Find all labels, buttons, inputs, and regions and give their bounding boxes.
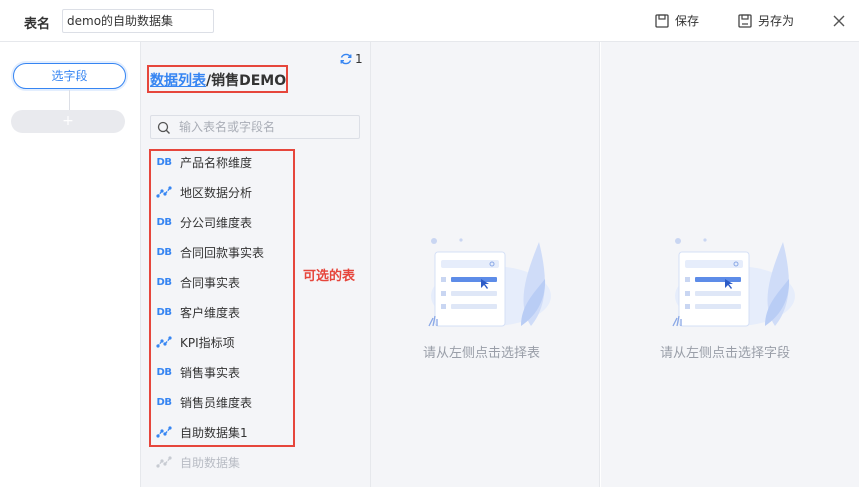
table-list-item-label: 客户维度表	[180, 305, 241, 320]
table-list-item-label: 自助数据集	[180, 455, 241, 470]
save-label: 保存	[675, 14, 700, 28]
db-icon: DB	[156, 366, 172, 378]
refresh-icon	[340, 53, 352, 65]
db-icon: DB	[156, 156, 172, 168]
refresh-count: 1	[355, 52, 363, 66]
save-button[interactable]: 保存	[655, 12, 699, 29]
breadcrumb-data-list-link[interactable]: 数据列表	[150, 73, 206, 89]
table-list-item-label: 产品名称维度	[180, 155, 253, 170]
table-preview-panel: 请从左侧点击选择表	[371, 42, 600, 487]
analysis-icon	[156, 336, 172, 348]
db-icon: DB	[156, 306, 172, 318]
table-list-panel: 1 数据列表/销售DEMO DB 产品名称维度地区数据分析 DB 分公司维度表 DB 合同…	[141, 42, 371, 487]
table-list-item-label: KPI指标项	[180, 335, 235, 350]
save-as-icon	[738, 13, 752, 28]
add-step-button[interactable]: +	[11, 110, 125, 133]
table-list-item-label: 自助数据集1	[180, 425, 248, 440]
table-list-item-label: 销售事实表	[180, 365, 241, 380]
analysis-icon	[156, 186, 172, 198]
select-fields-button[interactable]: 选字段	[13, 63, 126, 89]
empty-table-illustration	[428, 238, 551, 327]
annotation-selectable-tables: 可选的表	[303, 269, 356, 284]
empty-field-message: 请从左侧点击选择字段	[660, 346, 791, 361]
top-bar: 表名 demo的自助数据集 保存 另存为	[0, 0, 859, 42]
table-list-item-label: 合同回款事实表	[180, 245, 265, 260]
db-icon: DB	[156, 246, 172, 258]
empty-field-illustration	[672, 238, 795, 327]
table-name-label: 表名	[24, 17, 51, 32]
table-list-item-label: 销售员维度表	[180, 395, 253, 410]
analysis-icon	[156, 456, 172, 468]
step-connector	[69, 90, 70, 110]
search-icon	[157, 121, 170, 134]
table-list-item[interactable]: 地区数据分析	[156, 182, 252, 202]
table-list-item[interactable]: DB 分公司维度表	[156, 212, 252, 232]
refresh-button[interactable]: 1	[339, 52, 363, 66]
table-list-item-label: 地区数据分析	[180, 185, 253, 200]
empty-table-message: 请从左侧点击选择表	[423, 346, 541, 361]
table-name-input[interactable]: demo的自助数据集	[62, 9, 214, 33]
table-list-item[interactable]: DB 销售事实表	[156, 362, 240, 382]
table-list-item[interactable]: DB 销售员维度表	[156, 392, 252, 412]
step-column: 选字段 +	[0, 42, 141, 487]
db-icon: DB	[156, 396, 172, 408]
save-icon	[655, 13, 669, 28]
table-list-item[interactable]: DB 客户维度表	[156, 302, 240, 322]
table-list-item[interactable]: DB 产品名称维度	[156, 152, 252, 172]
table-list-item[interactable]: KPI指标项	[156, 332, 235, 352]
search-input[interactable]	[179, 118, 355, 136]
table-list-item[interactable]: DB 合同回款事实表	[156, 242, 264, 262]
table-list-item-label: 分公司维度表	[180, 215, 253, 230]
db-icon: DB	[156, 276, 172, 288]
breadcrumb: 数据列表/销售DEMO	[150, 70, 286, 90]
breadcrumb-current: 销售DEMO	[211, 73, 287, 89]
db-icon: DB	[156, 216, 172, 228]
search-box	[150, 115, 360, 139]
save-as-button[interactable]: 另存为	[738, 12, 794, 29]
save-as-label: 另存为	[758, 14, 795, 28]
analysis-icon	[156, 426, 172, 438]
close-icon[interactable]	[831, 13, 847, 29]
table-list-item: 自助数据集	[156, 452, 240, 472]
table-list-item[interactable]: DB 合同事实表	[156, 272, 240, 292]
table-list-item[interactable]: 自助数据集1	[156, 422, 248, 442]
field-preview-panel: 请从左侧点击选择字段	[601, 42, 859, 487]
table-list-item-label: 合同事实表	[180, 275, 241, 290]
